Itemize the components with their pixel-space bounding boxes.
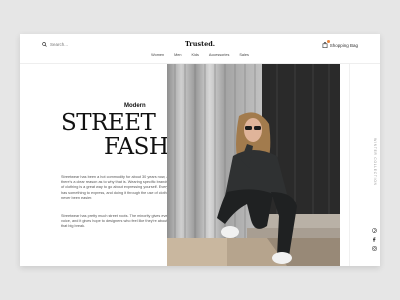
hero-photo-illustration xyxy=(167,64,340,266)
site-header: Search... Trusted. Women Men Kids Access… xyxy=(20,34,380,64)
facebook-icon[interactable] xyxy=(372,237,377,242)
social-links xyxy=(372,228,377,251)
shopping-bag-button[interactable]: Shopping Bag xyxy=(322,40,358,48)
instagram-icon[interactable] xyxy=(372,246,377,251)
bag-count-dot xyxy=(326,40,330,43)
hero-photo xyxy=(167,64,340,266)
page-card: Search... Trusted. Women Men Kids Access… xyxy=(20,34,380,266)
hero-kicker: Modern xyxy=(124,103,146,109)
hero-paragraph-2: Streetwear has pretty much street roots.… xyxy=(61,214,183,229)
nav-item-men[interactable]: Men xyxy=(174,53,181,57)
nav-item-kids[interactable]: Kids xyxy=(192,53,199,57)
nav-item-women[interactable]: Women xyxy=(151,53,164,57)
main-nav: Women Men Kids Accessories Sales xyxy=(20,53,380,57)
nav-item-accessories[interactable]: Accessories xyxy=(209,53,229,57)
collection-label: WINTER COLLECTION xyxy=(373,138,377,186)
shopping-bag-icon xyxy=(322,40,330,48)
hero-title-line1: STREET xyxy=(61,110,156,136)
right-rail-divider xyxy=(349,64,350,266)
hero-paragraph-1: Streetwear has been a hot commodity for … xyxy=(61,175,183,200)
pinterest-icon[interactable] xyxy=(372,228,377,233)
shopping-bag-label: Shopping Bag xyxy=(329,42,358,48)
nav-item-sales[interactable]: Sales xyxy=(239,53,249,57)
